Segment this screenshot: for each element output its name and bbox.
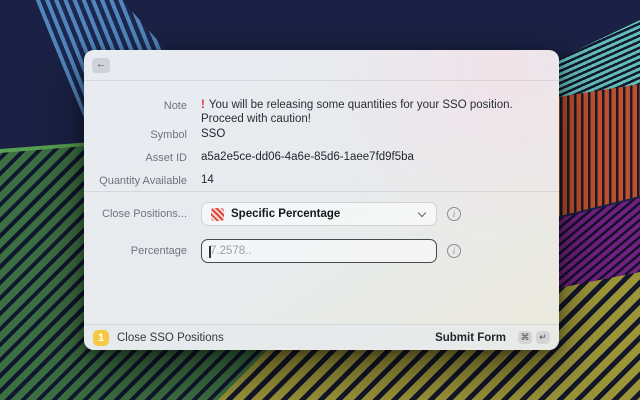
extension-icon: 1	[93, 330, 109, 346]
submit-form-action[interactable]: Submit Form ⌘ ↵	[435, 331, 550, 344]
submit-form-label: Submit Form	[435, 332, 506, 344]
back-button[interactable]: ←	[92, 58, 110, 73]
quantity-label: Quantity Available	[84, 174, 187, 187]
note-value: !You will be releasing some quantities f…	[201, 99, 523, 126]
selected-option-label: Specific Percentage	[231, 208, 419, 220]
form-window: ← Note !You will be releasing some quant…	[84, 50, 559, 350]
symbol-label: Symbol	[84, 128, 187, 141]
chevron-down-icon	[418, 208, 426, 216]
percentage-label: Percentage	[84, 245, 187, 257]
window-footer: 1 Close SSO Positions Submit Form ⌘ ↵	[84, 324, 559, 350]
red-striped-percentage-icon	[211, 208, 224, 221]
desktop: ← Note !You will be releasing some quant…	[0, 0, 640, 400]
percentage-row: Percentage i	[84, 239, 559, 263]
percentage-input[interactable]	[202, 240, 436, 262]
symbol-row: Symbol SSO	[84, 128, 559, 141]
close-positions-label: Close Positions...	[84, 208, 187, 220]
window-header: ←	[84, 50, 559, 81]
section-divider	[84, 191, 559, 192]
back-arrow-icon: ←	[96, 60, 106, 70]
close-positions-row: Close Positions... Specific Percentage i	[84, 202, 559, 226]
warning-exclamation-icon: !	[201, 99, 205, 111]
text-cursor	[209, 246, 211, 258]
quantity-row: Quantity Available 14	[84, 174, 559, 187]
percentage-info-icon[interactable]: i	[447, 244, 461, 258]
return-key-icon: ↵	[536, 331, 550, 344]
close-positions-dropdown[interactable]: Specific Percentage	[201, 202, 437, 226]
note-label: Note	[84, 99, 187, 112]
note-row: Note !You will be releasing some quantit…	[84, 99, 559, 126]
symbol-value: SSO	[201, 128, 225, 140]
asset-id-value: a5a2e5ce-dd06-4a6e-85d6-1aee7fd9f5ba	[201, 151, 414, 163]
asset-id-label: Asset ID	[84, 151, 187, 164]
percentage-field-wrap	[201, 239, 437, 263]
close-positions-info-icon[interactable]: i	[447, 207, 461, 221]
extension-icon-glyph: 1	[98, 332, 104, 344]
command-key-icon: ⌘	[518, 331, 532, 344]
note-text: You will be releasing some quantities fo…	[201, 99, 513, 125]
quantity-value: 14	[201, 174, 214, 186]
footer-title: Close SSO Positions	[117, 332, 224, 344]
asset-id-row: Asset ID a5a2e5ce-dd06-4a6e-85d6-1aee7fd…	[84, 151, 559, 164]
